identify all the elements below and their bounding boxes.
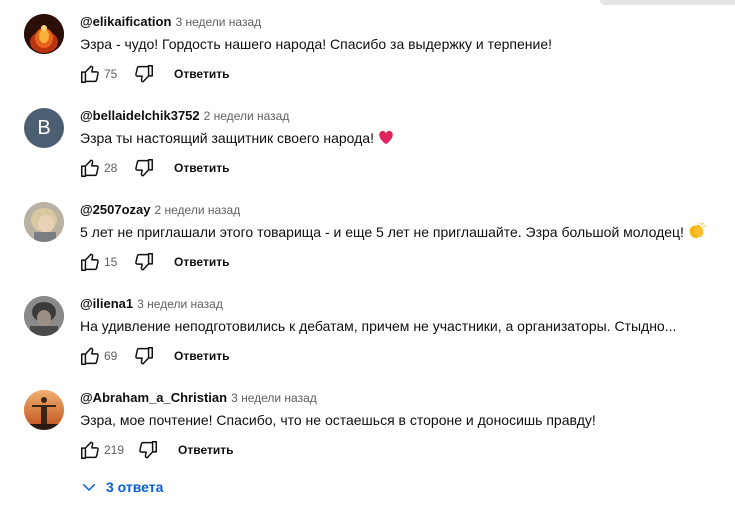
thumbs-down-icon (135, 159, 153, 177)
comment-text: Эзра, мое почтение! Спасибо, что не оста… (80, 412, 596, 428)
thumbs-down-icon (135, 65, 153, 83)
reply-button[interactable]: Ответить (172, 157, 231, 179)
top-edge-bar (600, 0, 735, 5)
fire-avatar-icon (24, 14, 64, 54)
thumbs-up-icon (81, 65, 99, 83)
comment-actions: 28 Ответить (76, 152, 231, 184)
like-button[interactable] (76, 342, 104, 370)
dislike-button[interactable] (130, 60, 158, 88)
like-count: 219 (104, 443, 125, 457)
comment-time[interactable]: 2 недели назад (204, 109, 290, 123)
comment-item: @2507ozay 2 недели назад 5 лет не пригла… (0, 202, 735, 294)
comment-text: Эзра ты настоящий защитник своего народа… (80, 128, 394, 150)
dislike-button[interactable] (130, 342, 158, 370)
comment-time[interactable]: 3 недели назад (137, 297, 223, 311)
reply-button[interactable]: Ответить (172, 63, 231, 85)
photo-avatar-icon (24, 202, 64, 242)
like-count: 15 (104, 255, 118, 269)
thumbs-up-icon (81, 253, 99, 271)
comment-time[interactable]: 2 недели назад (155, 203, 241, 217)
dislike-button[interactable] (130, 154, 158, 182)
like-count: 75 (104, 67, 118, 81)
comment-item: @Abraham_a_Christian 3 недели назад Эзра… (0, 390, 735, 482)
like-count: 69 (104, 349, 118, 363)
thumbs-up-icon (81, 159, 99, 177)
comment-item: @elikaification 3 недели назад Эзра - чу… (0, 14, 735, 106)
avatar[interactable] (24, 202, 64, 242)
comment-time[interactable]: 3 недели назад (231, 391, 317, 405)
like-button[interactable] (76, 60, 104, 88)
dislike-button[interactable] (130, 248, 158, 276)
avatar-letter: B (37, 116, 51, 139)
comment-author[interactable]: @2507ozay (80, 202, 151, 217)
comment-text: Эзра - чудо! Гордость нашего народа! Спа… (80, 36, 553, 52)
like-button[interactable] (76, 248, 104, 276)
reply-button[interactable]: Ответить (172, 251, 231, 273)
thumbs-up-icon (81, 347, 99, 365)
avatar[interactable] (24, 390, 64, 430)
avatar[interactable] (24, 296, 64, 336)
comment-actions: 69 Ответить (76, 340, 231, 372)
comment-actions: 219 Ответить (76, 434, 235, 466)
like-count: 28 (104, 161, 118, 175)
thumbs-down-icon (135, 347, 153, 365)
statue-avatar-icon (24, 390, 64, 430)
red-heart-icon (378, 130, 394, 150)
comment-item: B @bellaidelchik3752 2 недели назад Эзра… (0, 108, 735, 200)
reply-button[interactable]: Ответить (172, 345, 231, 367)
comment-author[interactable]: @bellaidelchik3752 (80, 108, 200, 123)
dislike-button[interactable] (134, 436, 162, 464)
comment-author[interactable]: @iliena1 (80, 296, 133, 311)
like-button[interactable] (76, 436, 104, 464)
comment-author[interactable]: @elikaification (80, 14, 171, 29)
chevron-down-icon (83, 484, 95, 491)
show-replies-label: 3 ответа (106, 479, 164, 495)
comment-author[interactable]: @Abraham_a_Christian (80, 390, 227, 405)
clapping-hands-icon (688, 222, 706, 244)
thumbs-down-icon (139, 441, 158, 459)
photo-avatar-icon (24, 296, 64, 336)
thumbs-up-icon (81, 441, 99, 459)
avatar[interactable] (24, 14, 64, 54)
comment-item: @iliena1 3 недели назад На удивление неп… (0, 296, 735, 388)
thumbs-down-icon (135, 253, 153, 271)
comment-actions: 75 Ответить (76, 58, 231, 90)
like-button[interactable] (76, 154, 104, 182)
avatar[interactable]: B (24, 108, 64, 148)
comment-text: На удивление неподготовились к дебатам, … (80, 318, 677, 334)
comment-time[interactable]: 3 недели назад (175, 15, 261, 29)
reply-button[interactable]: Ответить (176, 439, 235, 461)
show-replies-button[interactable]: 3 ответа (80, 475, 163, 499)
comment-actions: 15 Ответить (76, 246, 231, 278)
comment-text: 5 лет не приглашали этого товарища - и е… (80, 222, 706, 244)
